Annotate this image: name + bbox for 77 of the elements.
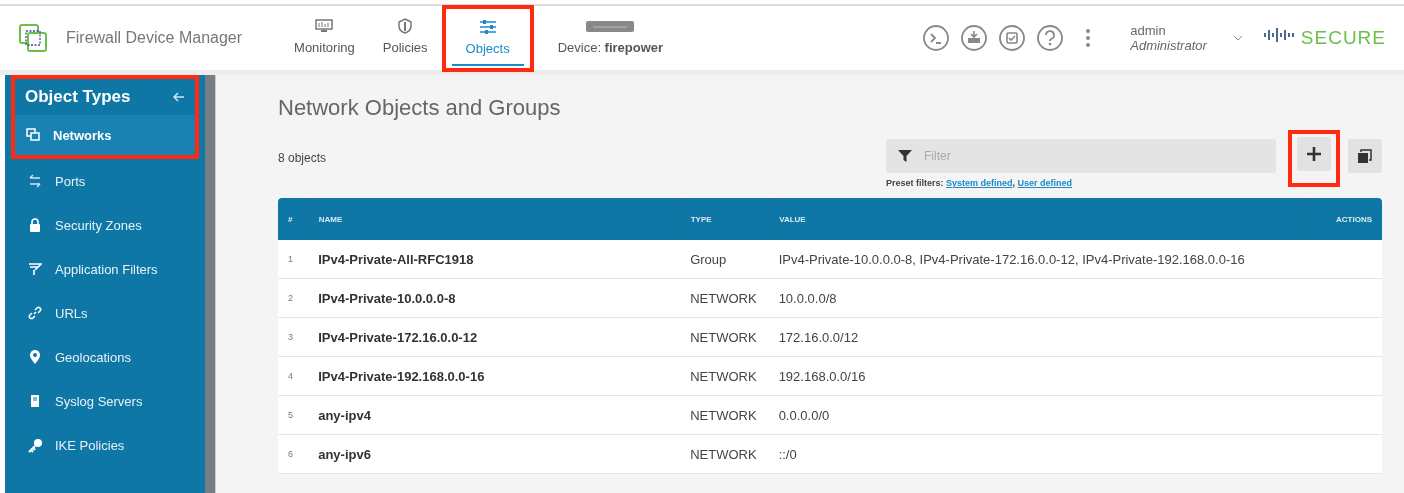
table-cell: 4 <box>278 356 309 396</box>
table-cell: 10.0.0.0/8 <box>768 278 1312 318</box>
column-header: ACTIONS <box>1311 198 1382 240</box>
object-name: IPv4-Private-All-RFC1918 <box>308 240 681 279</box>
plus-icon <box>1306 146 1322 162</box>
object-name: IPv4-Private-192.168.0.0-16 <box>308 356 681 396</box>
help-icon[interactable] <box>1036 24 1065 52</box>
nav-tab[interactable]: Policies <box>368 11 442 65</box>
sidebar-item[interactable]: Geolocations <box>5 335 205 379</box>
networks-icon <box>26 128 40 142</box>
device-tab[interactable]: Device: firepower <box>543 11 678 65</box>
sidebar-item[interactable]: IKE Policies <box>5 423 205 467</box>
chevron-down-icon[interactable] <box>1232 35 1243 41</box>
table-cell: 192.168.0.0/16 <box>768 356 1312 396</box>
deploy-icon[interactable] <box>960 24 989 52</box>
table-cell: 1 <box>278 240 309 279</box>
add-button[interactable] <box>1297 137 1331 171</box>
table-cell: NETWORK <box>680 317 769 357</box>
column-header: # <box>278 198 309 240</box>
user-role: Administrator <box>1130 38 1207 53</box>
table-cell: NETWORK <box>680 395 769 435</box>
sidebar-title: Object Types <box>25 87 131 107</box>
copy-button[interactable] <box>1348 139 1382 173</box>
preset-link[interactable]: System defined <box>946 178 1013 188</box>
object-count: 8 objects <box>278 151 327 165</box>
column-header: NAME <box>308 198 681 240</box>
sliders-icon <box>478 19 497 34</box>
table-cell: 6 <box>278 434 309 474</box>
collapse-arrow-icon[interactable] <box>173 92 185 102</box>
column-header: TYPE <box>680 198 769 240</box>
table-cell: 5 <box>278 395 309 435</box>
scrollbar[interactable] <box>205 75 216 493</box>
sidebar-item[interactable]: URLs <box>5 291 205 335</box>
app-logo-icon <box>18 23 48 53</box>
table-cell: 172.16.0.0/12 <box>768 317 1312 357</box>
preset-filters-text: Preset filters: System defined, User defined <box>886 178 1073 188</box>
table-cell: IPv4-Private-10.0.0.0-8, IPv4-Private-172.16.0.0-12, IPv4-Private-192.168.0.0-16 <box>768 240 1312 279</box>
monitor-icon <box>315 18 334 33</box>
table-cell: 2 <box>278 278 309 318</box>
device-icon <box>585 18 636 33</box>
sidebar-item[interactable]: Security Zones <box>5 203 205 247</box>
filter-icon <box>898 149 912 163</box>
sidebar-item[interactable]: Application Filters <box>5 247 205 291</box>
object-name: any-ipv6 <box>308 434 681 474</box>
arrows-icon <box>28 174 42 188</box>
user-name: admin <box>1130 23 1167 38</box>
object-name: IPv4-Private-10.0.0.0-8 <box>308 278 681 318</box>
tasks-icon[interactable] <box>998 24 1027 52</box>
brand-name: SECURE <box>1300 27 1386 49</box>
lock-icon <box>29 218 41 232</box>
nav-tab[interactable]: Objects <box>451 12 524 66</box>
nav-tab[interactable]: Monitoring <box>280 11 369 65</box>
sidebar-item[interactable]: Syslog Servers <box>5 379 205 423</box>
table-cell: 0.0.0.0/0 <box>768 395 1312 435</box>
column-header: VALUE <box>768 198 1312 240</box>
terminal-icon[interactable] <box>922 24 951 52</box>
table-cell: ::/0 <box>768 434 1312 474</box>
location-pin-icon <box>29 349 41 365</box>
table-cell: 3 <box>278 317 309 357</box>
key-icon <box>27 437 43 453</box>
object-name: IPv4-Private-172.16.0.0-12 <box>308 317 681 357</box>
filter-field[interactable]: Filter <box>886 139 1276 173</box>
table-cell: Group <box>680 240 769 279</box>
table-cell: NETWORK <box>680 278 769 318</box>
link-icon <box>28 306 42 320</box>
table-cell: NETWORK <box>680 356 769 396</box>
shield-icon <box>397 17 414 34</box>
server-icon <box>30 394 40 408</box>
funnel-icon <box>28 262 42 276</box>
sidebar-item[interactable]: Networks <box>15 115 195 155</box>
object-name: any-ipv4 <box>308 395 681 435</box>
sidebar-item[interactable]: Ports <box>5 159 205 203</box>
preset-link[interactable]: User defined <box>1017 178 1073 188</box>
app-title: Firewall Device Manager <box>66 29 243 47</box>
copy-icon <box>1357 148 1373 164</box>
page-title: Network Objects and Groups <box>278 95 562 121</box>
table-cell: NETWORK <box>680 434 769 474</box>
